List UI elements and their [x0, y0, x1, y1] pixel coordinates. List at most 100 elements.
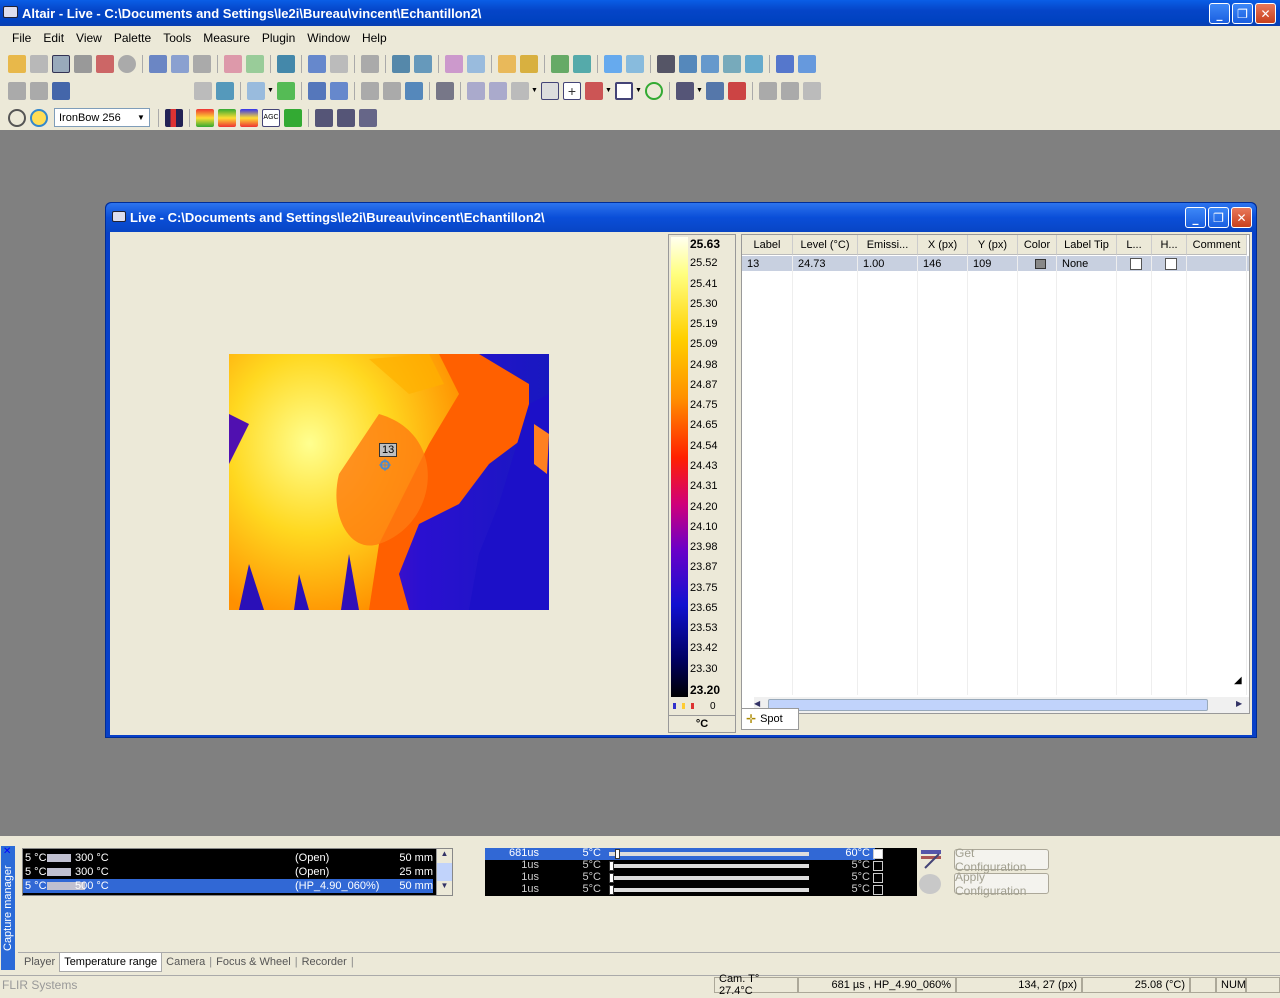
live-camera-icon[interactable] [52, 54, 70, 73]
multi1-icon[interactable] [315, 108, 333, 127]
slider-thumb[interactable] [609, 873, 614, 883]
scroll-right-icon[interactable]: ▶ [1236, 699, 1248, 711]
maximize-icon[interactable]: ❐ [1232, 3, 1253, 24]
horizontal-scrollbar[interactable]: ◀ ▶ [754, 697, 1249, 713]
ellipse-tool-icon[interactable] [645, 81, 663, 100]
flip-h-icon[interactable] [308, 81, 326, 100]
minimize-icon[interactable]: _ [1185, 207, 1206, 228]
stop-icon[interactable] [74, 54, 92, 73]
save-icon[interactable] [30, 54, 48, 73]
spot-crosshair-icon[interactable] [379, 459, 391, 471]
thermal-image[interactable]: 13 [229, 354, 549, 610]
integration-row[interactable]: 1us 5°C 5°C [485, 871, 883, 884]
multi3-icon[interactable] [359, 108, 377, 127]
zoom-fit-icon[interactable] [573, 54, 591, 73]
cube3-icon[interactable] [723, 54, 741, 73]
scroll-down-icon[interactable]: ▼ [437, 881, 452, 895]
compare-icon[interactable] [467, 54, 485, 73]
export-icon[interactable] [194, 81, 212, 100]
integration-row[interactable]: 1us 5°C 5°C [485, 859, 883, 872]
panel1-icon[interactable] [759, 81, 777, 100]
auto-scale-icon[interactable] [8, 108, 26, 127]
line-dropdown-icon[interactable]: ▼ [605, 87, 613, 94]
chevron-down-icon[interactable]: ▼ [134, 110, 148, 125]
menu-window[interactable]: Window [301, 31, 356, 45]
forward-icon[interactable] [193, 54, 211, 73]
lens-list[interactable]: 5 °C 300 °C (Open) 50 mm 5 °C 300 °C (Open) 25 … [22, 848, 453, 896]
profile-icon[interactable] [604, 54, 622, 73]
iso-lines-icon[interactable] [436, 81, 454, 100]
matrix-icon[interactable] [657, 54, 675, 73]
column-header[interactable]: Level (°C) [793, 235, 858, 255]
grid-icon[interactable] [551, 54, 569, 73]
panel2-icon[interactable] [781, 81, 799, 100]
tab-camera[interactable]: Camera [162, 956, 209, 968]
histogram-icon[interactable] [676, 81, 694, 100]
config-tool-icon[interactable] [919, 848, 943, 870]
checkbox[interactable] [1165, 257, 1177, 270]
flip-v-icon[interactable] [330, 81, 348, 100]
eraser-icon[interactable] [171, 54, 189, 73]
image-icon[interactable] [216, 81, 234, 100]
scroll-thumb[interactable] [768, 699, 1208, 711]
scroll-up-icon[interactable]: ▲ [437, 849, 452, 863]
lens-row[interactable]: 5 °C 500 °C (HP_4.90_060%) 50 mm [23, 879, 433, 893]
checkbox[interactable] [1130, 257, 1142, 270]
checkbox[interactable] [873, 885, 883, 895]
zoom-icon[interactable] [511, 81, 529, 100]
iso-up-icon[interactable] [196, 108, 214, 127]
frame-first-icon[interactable] [8, 81, 26, 100]
tab-recorder[interactable]: Recorder [298, 956, 351, 968]
menu-measure[interactable]: Measure [197, 31, 256, 45]
column-header[interactable]: Label [742, 235, 793, 255]
delete-measure-icon[interactable] [728, 81, 746, 100]
apply-configuration-button[interactable]: Apply Configuration [954, 870, 1049, 898]
column-header[interactable]: Emissi... [858, 235, 918, 255]
menu-palette[interactable]: Palette [108, 31, 157, 45]
level-icon[interactable] [284, 108, 302, 127]
print-icon[interactable] [361, 54, 379, 73]
macro-icon[interactable] [776, 54, 794, 73]
cut-icon[interactable] [149, 54, 167, 73]
color-swatch-icon[interactable] [1035, 258, 1046, 269]
tab-temperature-range[interactable]: Temperature range [59, 952, 163, 972]
context-help-icon[interactable] [414, 54, 432, 73]
multi2-icon[interactable] [337, 108, 355, 127]
iso-mid-icon[interactable] [240, 108, 258, 127]
layer2-icon[interactable] [383, 81, 401, 100]
rect-dropdown-icon[interactable]: ▼ [635, 87, 643, 94]
integration-slider[interactable] [609, 864, 809, 868]
tab-spot[interactable]: ✛ Spot [741, 708, 799, 730]
layout-icon[interactable] [247, 81, 265, 100]
column-header[interactable]: Y (px) [968, 235, 1018, 255]
copy-icon[interactable] [224, 54, 242, 73]
rect-tool-icon[interactable] [615, 81, 633, 100]
zoom-in-icon[interactable] [467, 81, 485, 100]
histogram-dropdown-icon[interactable]: ▼ [696, 87, 704, 94]
column-header[interactable]: Comment [1187, 235, 1247, 255]
menu-help[interactable]: Help [356, 31, 393, 45]
close-icon[interactable]: ✕ [1255, 3, 1276, 24]
close-icon[interactable]: ✕ [1231, 207, 1252, 228]
panel-close-icon[interactable]: ✕ [3, 846, 11, 857]
camera-icon[interactable] [52, 81, 70, 100]
record-icon[interactable] [96, 54, 114, 73]
palette-icon[interactable] [30, 108, 48, 127]
menu-tools[interactable]: Tools [157, 31, 197, 45]
column-header[interactable]: L... [1117, 235, 1152, 255]
macro-edit-icon[interactable] [798, 54, 816, 73]
window-icon[interactable] [277, 81, 295, 100]
checkbox[interactable] [873, 873, 883, 883]
range-icon[interactable] [165, 108, 183, 127]
cube-icon[interactable] [679, 54, 697, 73]
layout-dropdown-icon[interactable]: ▼ [267, 87, 275, 94]
settings-icon[interactable] [626, 54, 644, 73]
open-icon[interactable] [8, 54, 26, 73]
menu-file[interactable]: File [6, 31, 37, 45]
frame-prev-icon[interactable] [30, 81, 48, 100]
menu-plugin[interactable]: Plugin [256, 31, 301, 45]
column-header[interactable]: Color [1018, 235, 1057, 255]
column-header[interactable]: X (px) [918, 235, 968, 255]
get-configuration-button[interactable]: Get Configuration [954, 846, 1049, 874]
array-icon[interactable] [745, 54, 763, 73]
